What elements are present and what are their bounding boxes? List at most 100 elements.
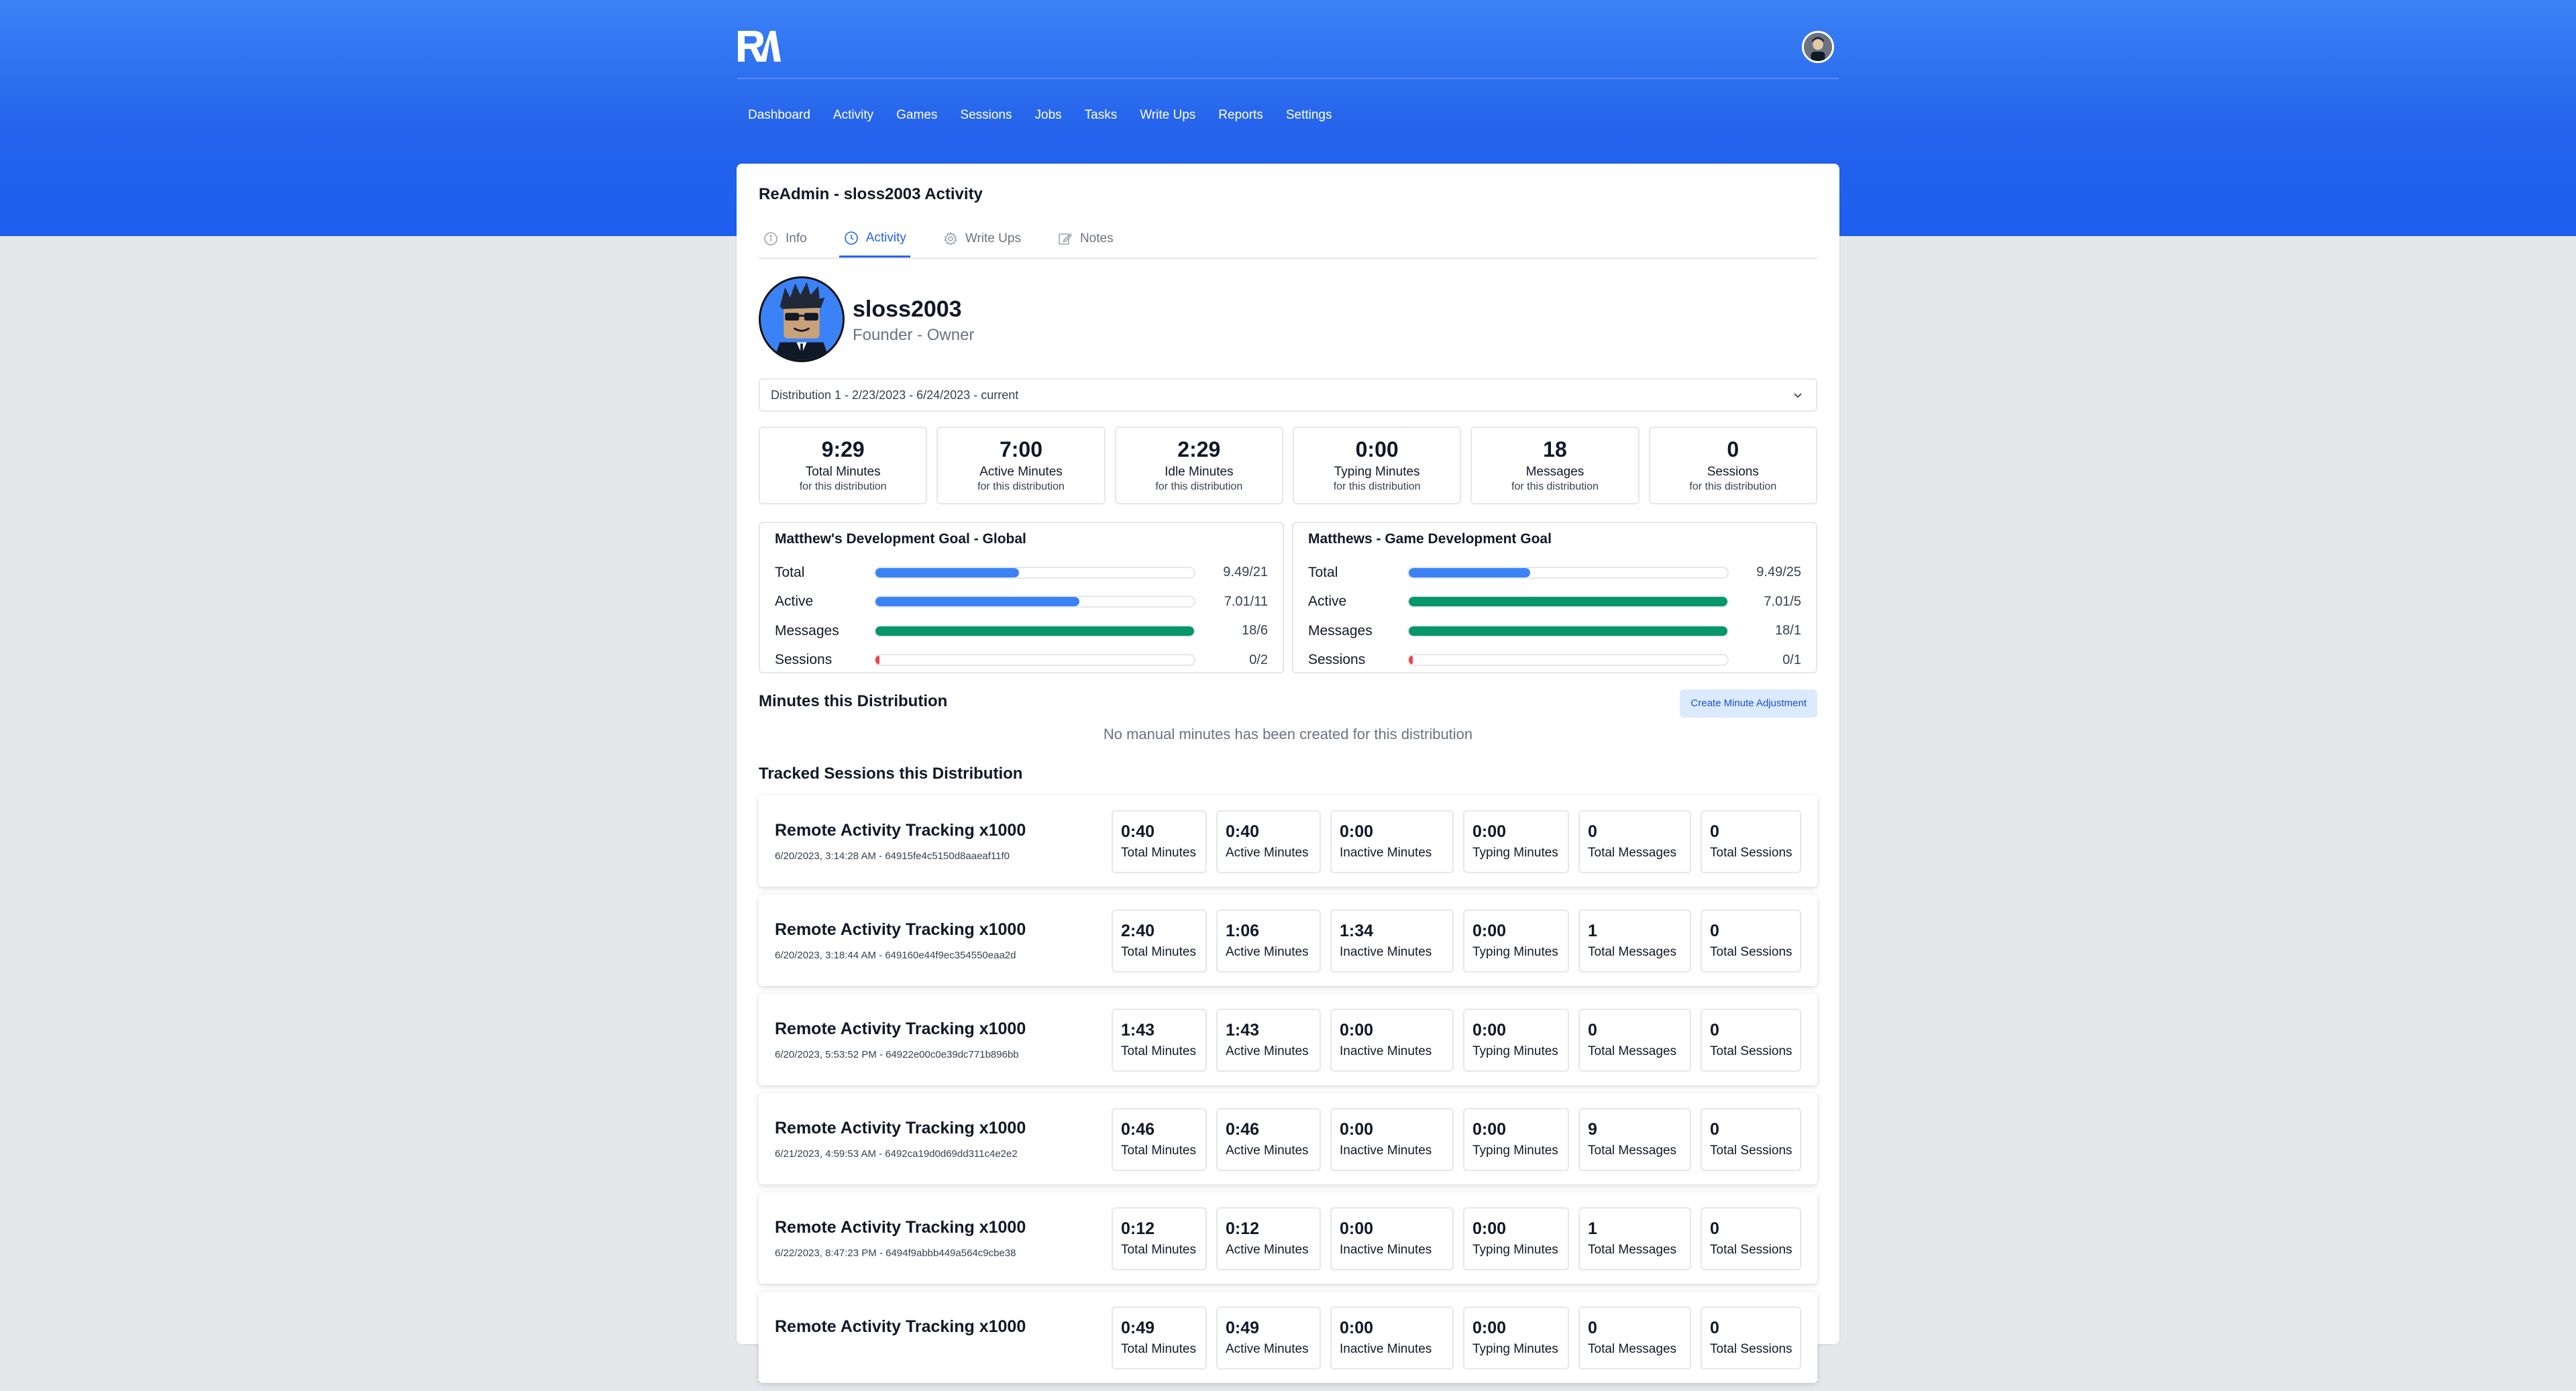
profile-username: sloss2003 <box>853 296 962 322</box>
stat-value: 7:00 <box>999 437 1043 461</box>
metric-value: 0:12 <box>1226 1219 1260 1238</box>
metric-label: Total Sessions <box>1710 1243 1792 1257</box>
metric-typing-minutes: 0:00 Typing Minutes <box>1463 909 1569 972</box>
metric-active-minutes: 0:46 Active Minutes <box>1216 1108 1321 1171</box>
metric-label: Total Messages <box>1588 945 1677 959</box>
progress-fill <box>875 597 1079 607</box>
session-card[interactable]: Remote Activity Tracking x1000 6/21/2023,… <box>759 1093 1817 1184</box>
metric-label: Active Minutes <box>1226 1144 1309 1158</box>
nav-activity[interactable]: Activity <box>822 101 885 130</box>
stat-sessions: 0 Sessions for this distribution <box>1648 427 1817 504</box>
metric-label: Total Messages <box>1588 1243 1677 1257</box>
metric-inactive-minutes: 0:00 Inactive Minutes <box>1330 1306 1454 1370</box>
nav-dashboard[interactable]: Dashboard <box>737 101 822 130</box>
session-name: Remote Activity Tracking x1000 <box>775 1218 1026 1237</box>
metric-value: 9 <box>1588 1120 1597 1139</box>
create-minute-adjustment-button[interactable]: Create Minute Adjustment <box>1680 689 1817 718</box>
session-card[interactable]: Remote Activity Tracking x1000 6/20/2023,… <box>759 895 1817 986</box>
goal-row-label: Active <box>775 594 814 610</box>
goal-row-sessions: Sessions 0/1 <box>1308 646 1801 675</box>
metric-total-minutes: 2:40 Total Minutes <box>1112 909 1207 972</box>
metric-value: 0 <box>1588 822 1597 841</box>
metric-value: 0:12 <box>1121 1219 1155 1238</box>
progress-fill <box>1409 597 1727 607</box>
ra-logo-icon[interactable] <box>737 30 781 63</box>
metric-value: 1 <box>1588 922 1597 940</box>
progress-bar <box>1407 596 1729 608</box>
metric-typing-minutes: 0:00 Typing Minutes <box>1463 1306 1569 1370</box>
tab-write-ups[interactable]: Write Ups <box>938 220 1025 258</box>
metric-total-sessions: 0 Total Sessions <box>1701 909 1801 972</box>
nav-reports[interactable]: Reports <box>1207 101 1275 130</box>
nav-games[interactable]: Games <box>885 101 949 130</box>
goal-row-value: 18/1 <box>1775 623 1801 638</box>
goal-row-label: Total <box>775 564 805 580</box>
metric-total-sessions: 0 Total Sessions <box>1701 1108 1801 1171</box>
metric-value: 0 <box>1710 1219 1719 1238</box>
metric-label: Typing Minutes <box>1472 1144 1558 1158</box>
tab-label: Info <box>786 231 807 245</box>
user-avatar[interactable] <box>1802 31 1834 63</box>
tab-activity[interactable]: Activity <box>839 220 910 258</box>
tab-notes[interactable]: Notes <box>1053 220 1118 258</box>
metric-value: 0:00 <box>1472 1319 1507 1337</box>
goal-row-value: 7.01/5 <box>1764 594 1801 609</box>
metric-value: 1:43 <box>1121 1021 1155 1040</box>
stat-sublabel: for this distribution <box>799 481 887 492</box>
metric-inactive-minutes: 0:00 Inactive Minutes <box>1330 1009 1454 1072</box>
metric-total-messages: 0 Total Messages <box>1578 1009 1691 1072</box>
session-card[interactable]: Remote Activity Tracking x1000 0:49 Total … <box>759 1292 1817 1383</box>
metric-value: 0:00 <box>1340 1021 1374 1040</box>
metric-value: 1:06 <box>1226 922 1260 940</box>
metric-typing-minutes: 0:00 Typing Minutes <box>1463 1108 1569 1171</box>
stat-total-minutes: 9:29 Total Minutes for this distribution <box>759 427 928 504</box>
goal-title: Matthews - Game Development Goal <box>1308 531 1552 547</box>
goal-row-value: 0/2 <box>1249 652 1268 667</box>
nav-jobs[interactable]: Jobs <box>1024 101 1073 130</box>
goal-title: Matthew's Development Goal - Global <box>775 531 1026 547</box>
clock-icon <box>844 231 858 245</box>
minutes-empty-message: No manual minutes has been created for t… <box>1103 726 1473 742</box>
session-meta: 6/20/2023, 3:14:28 AM - 64915fe4c5150d8a… <box>775 850 1010 862</box>
metric-label: Inactive Minutes <box>1340 846 1432 860</box>
nav-settings[interactable]: Settings <box>1275 101 1344 130</box>
edit-icon <box>1059 233 1073 245</box>
goal-row-value: 9.49/21 <box>1223 565 1268 580</box>
metric-total-minutes: 0:40 Total Minutes <box>1112 810 1207 873</box>
metric-value: 0:40 <box>1226 822 1260 841</box>
metric-label: Inactive Minutes <box>1340 945 1432 959</box>
progress-bar <box>874 624 1195 637</box>
session-metrics: 0:12 Total Minutes 0:12 Active Minutes 0:00 I… <box>1112 1207 1801 1270</box>
session-card[interactable]: Remote Activity Tracking x1000 6/20/2023,… <box>759 994 1817 1085</box>
metric-total-minutes: 0:46 Total Minutes <box>1112 1108 1207 1171</box>
goal-row-total: Total 9.49/21 <box>775 558 1268 588</box>
nav-write-ups[interactable]: Write Ups <box>1128 101 1207 130</box>
metric-total-minutes: 1:43 Total Minutes <box>1112 1009 1207 1072</box>
metric-total-sessions: 0 Total Sessions <box>1701 810 1801 873</box>
goal-row-label: Messages <box>1308 622 1373 638</box>
stat-sublabel: for this distribution <box>1689 481 1777 492</box>
tab-label: Activity <box>865 230 906 245</box>
session-name: Remote Activity Tracking x1000 <box>775 821 1026 840</box>
metric-label: Total Messages <box>1588 1044 1677 1058</box>
session-metrics: 0:40 Total Minutes 0:40 Active Minutes 0:00 I… <box>1112 810 1801 873</box>
metric-inactive-minutes: 0:00 Inactive Minutes <box>1330 1108 1454 1171</box>
metric-active-minutes: 0:49 Active Minutes <box>1216 1306 1321 1370</box>
nav-sessions[interactable]: Sessions <box>949 101 1023 130</box>
progress-bar <box>1407 654 1729 667</box>
metric-value: 0:00 <box>1340 822 1374 841</box>
distribution-select[interactable]: Distribution 1 - 2/23/2023 - 6/24/2023 -… <box>759 378 1817 412</box>
progress-fill <box>1409 567 1530 577</box>
stat-active-minutes: 7:00 Active Minutes for this distributio… <box>936 427 1106 504</box>
profile-role: Founder - Owner <box>853 326 975 344</box>
metric-typing-minutes: 0:00 Typing Minutes <box>1463 1009 1569 1072</box>
progress-bar <box>1407 566 1729 579</box>
metric-value: 0 <box>1588 1021 1597 1040</box>
metric-value: 0:49 <box>1226 1319 1260 1337</box>
nav-tasks[interactable]: Tasks <box>1073 101 1129 130</box>
tab-info[interactable]: Info <box>759 220 811 258</box>
stat-label: Idle Minutes <box>1165 465 1234 479</box>
metric-label: Total Minutes <box>1121 945 1196 959</box>
session-card[interactable]: Remote Activity Tracking x1000 6/20/2023,… <box>759 795 1817 887</box>
session-card[interactable]: Remote Activity Tracking x1000 6/22/2023,… <box>759 1192 1817 1284</box>
